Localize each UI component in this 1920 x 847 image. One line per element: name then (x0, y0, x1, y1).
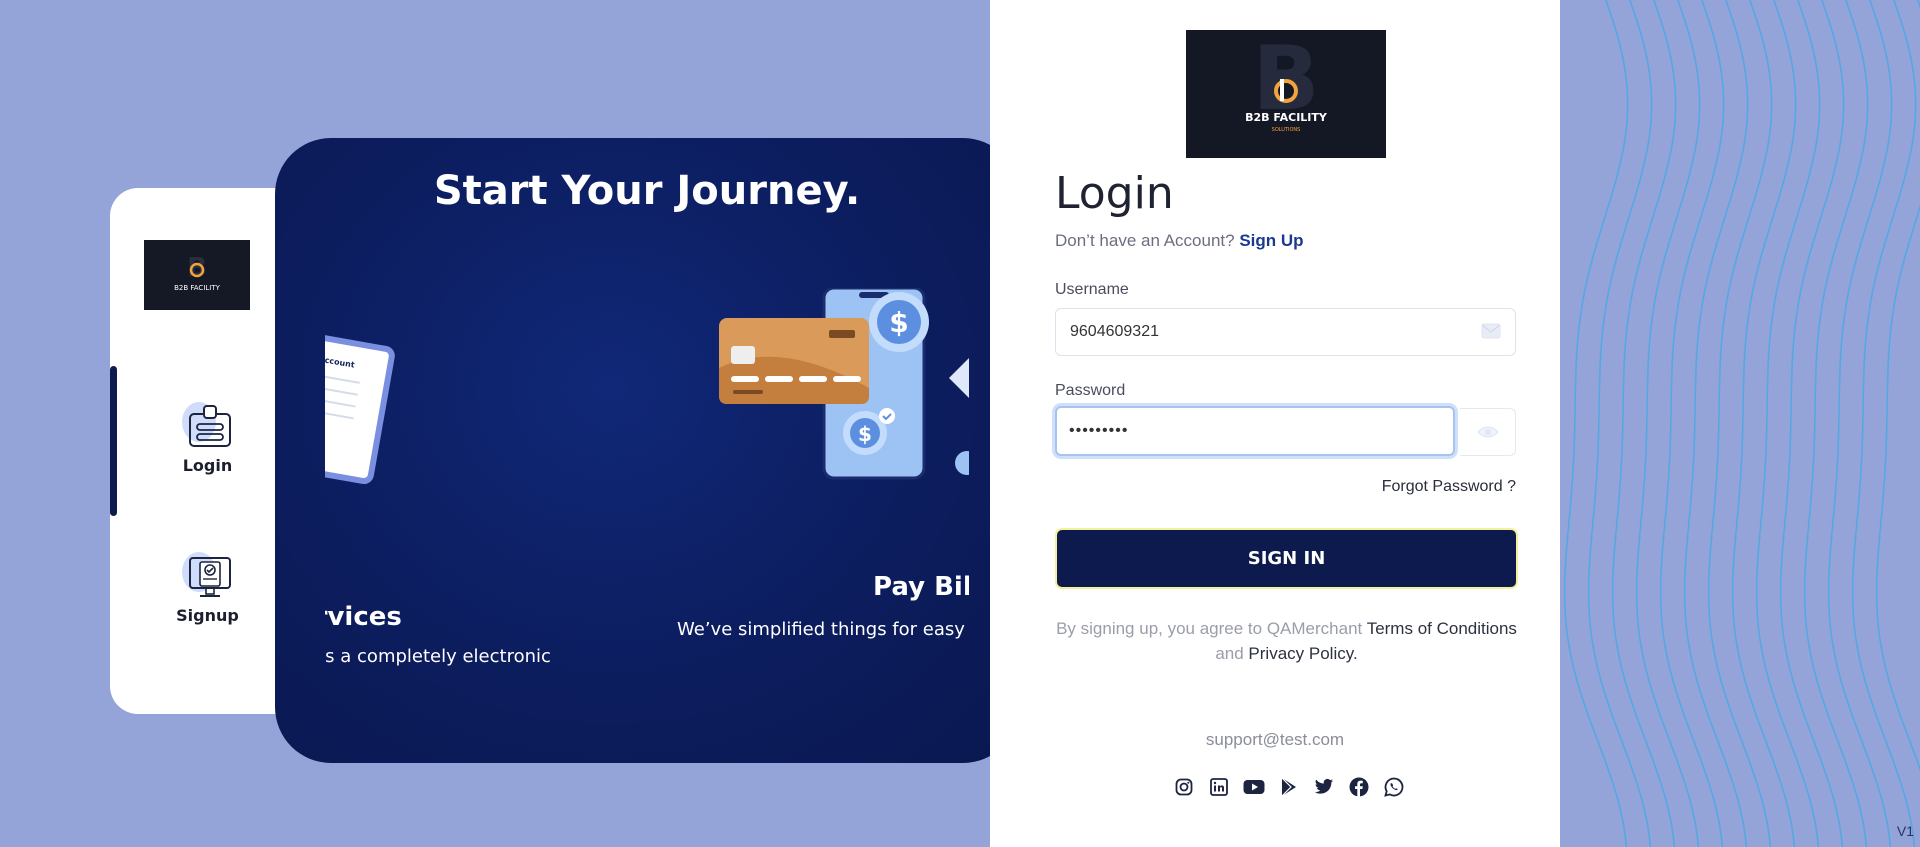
decorative-wave-lines (1563, 0, 1920, 847)
social-links (1172, 775, 1405, 798)
pay-bill-illustration: $ $ (719, 288, 969, 480)
no-account-text: Don’t have an Account? (1055, 231, 1235, 250)
privacy-policy-link[interactable]: Privacy Policy. (1248, 644, 1357, 663)
instagram-icon[interactable] (1172, 775, 1195, 798)
side-nav-login-label: Login (182, 456, 233, 475)
svg-text:SOLUTIONS: SOLUTIONS (1272, 127, 1301, 133)
wave-line (1755, 0, 1821, 847)
wave-line (1587, 0, 1653, 847)
slide-text-pay-bill: We’ve simplified things for easy & quick… (677, 619, 969, 640)
terms-notice: By signing up, you agree to QAMerchant T… (1055, 616, 1518, 666)
wave-line (1635, 0, 1701, 847)
username-field-wrapper (1055, 308, 1516, 356)
username-input[interactable] (1056, 309, 1515, 355)
password-label: Password (1055, 382, 1126, 399)
whatsapp-icon[interactable] (1382, 775, 1405, 798)
forgot-password-link[interactable]: Forgot Password ? (1382, 478, 1516, 496)
password-input[interactable] (1057, 408, 1453, 454)
journey-carousel-card: Start Your Journey. ate Account (275, 138, 1019, 763)
wave-line (1779, 0, 1845, 847)
wave-line (1875, 0, 1920, 772)
google-play-icon[interactable] (1277, 775, 1300, 798)
login-card-icon (180, 398, 236, 454)
wave-line (1827, 0, 1893, 847)
side-logo: B B2B FACILITY (144, 240, 250, 310)
support-email[interactable]: support@test.com (990, 730, 1560, 750)
active-indicator (110, 366, 117, 516)
brand-logo: B B2B FACILITY SOLUTIONS (1186, 30, 1386, 158)
wave-line (1683, 0, 1749, 847)
envelope-icon (1481, 323, 1501, 343)
svg-text:B2B FACILITY: B2B FACILITY (1245, 111, 1328, 124)
wave-line (1659, 0, 1725, 847)
slide-heading-pay-bill: Pay Bill Onli (873, 572, 969, 602)
username-label: Username (1055, 281, 1129, 298)
slide-text-services: d as a completely electronic (325, 646, 551, 667)
side-nav-signup-label: Signup (176, 606, 239, 625)
wave-line (1563, 0, 1629, 847)
wave-line (1707, 0, 1773, 847)
agree-prefix: By signing up, you agree to QAMerchant (1056, 619, 1363, 638)
svg-text:$: $ (889, 306, 908, 339)
wave-line (1731, 0, 1797, 847)
and-text: and (1215, 644, 1244, 663)
linkedin-icon[interactable] (1207, 775, 1230, 798)
version-label: V1 (1896, 823, 1914, 839)
b2b-facility-logo-icon: B B2B FACILITY SOLUTIONS (1245, 39, 1328, 133)
sign-in-button[interactable]: SIGN IN (1055, 528, 1518, 589)
b2b-logo-icon: B B2B FACILITY (174, 253, 221, 292)
facebook-icon[interactable] (1347, 775, 1370, 798)
svg-text:B2B FACILITY: B2B FACILITY (174, 284, 221, 292)
eye-icon (1476, 426, 1499, 438)
terms-link[interactable]: Terms of Conditions (1367, 619, 1517, 638)
signup-prompt: Don’t have an Account? Sign Up (1055, 231, 1304, 251)
youtube-icon[interactable] (1242, 775, 1265, 798)
side-nav-signup[interactable]: Signup (140, 548, 275, 625)
wave-line (1851, 0, 1917, 847)
signup-link[interactable]: Sign Up (1239, 231, 1303, 250)
wave-line (1803, 0, 1869, 847)
slide-heading-services: ervices (325, 602, 402, 632)
carousel-viewport: ate Account $ $ (325, 138, 969, 763)
page-title: Login (1055, 168, 1174, 219)
wave-line (1611, 0, 1677, 847)
create-account-phone-illustration: ate Account (325, 330, 397, 486)
twitter-icon[interactable] (1312, 775, 1335, 798)
svg-text:$: $ (858, 422, 872, 446)
toggle-password-visibility[interactable] (1460, 408, 1516, 456)
signup-monitor-icon (180, 548, 236, 604)
login-panel: B B2B FACILITY SOLUTIONS Login Don’t hav… (990, 0, 1560, 847)
password-field-wrapper (1055, 406, 1455, 456)
side-nav-login[interactable]: Login (140, 398, 275, 475)
